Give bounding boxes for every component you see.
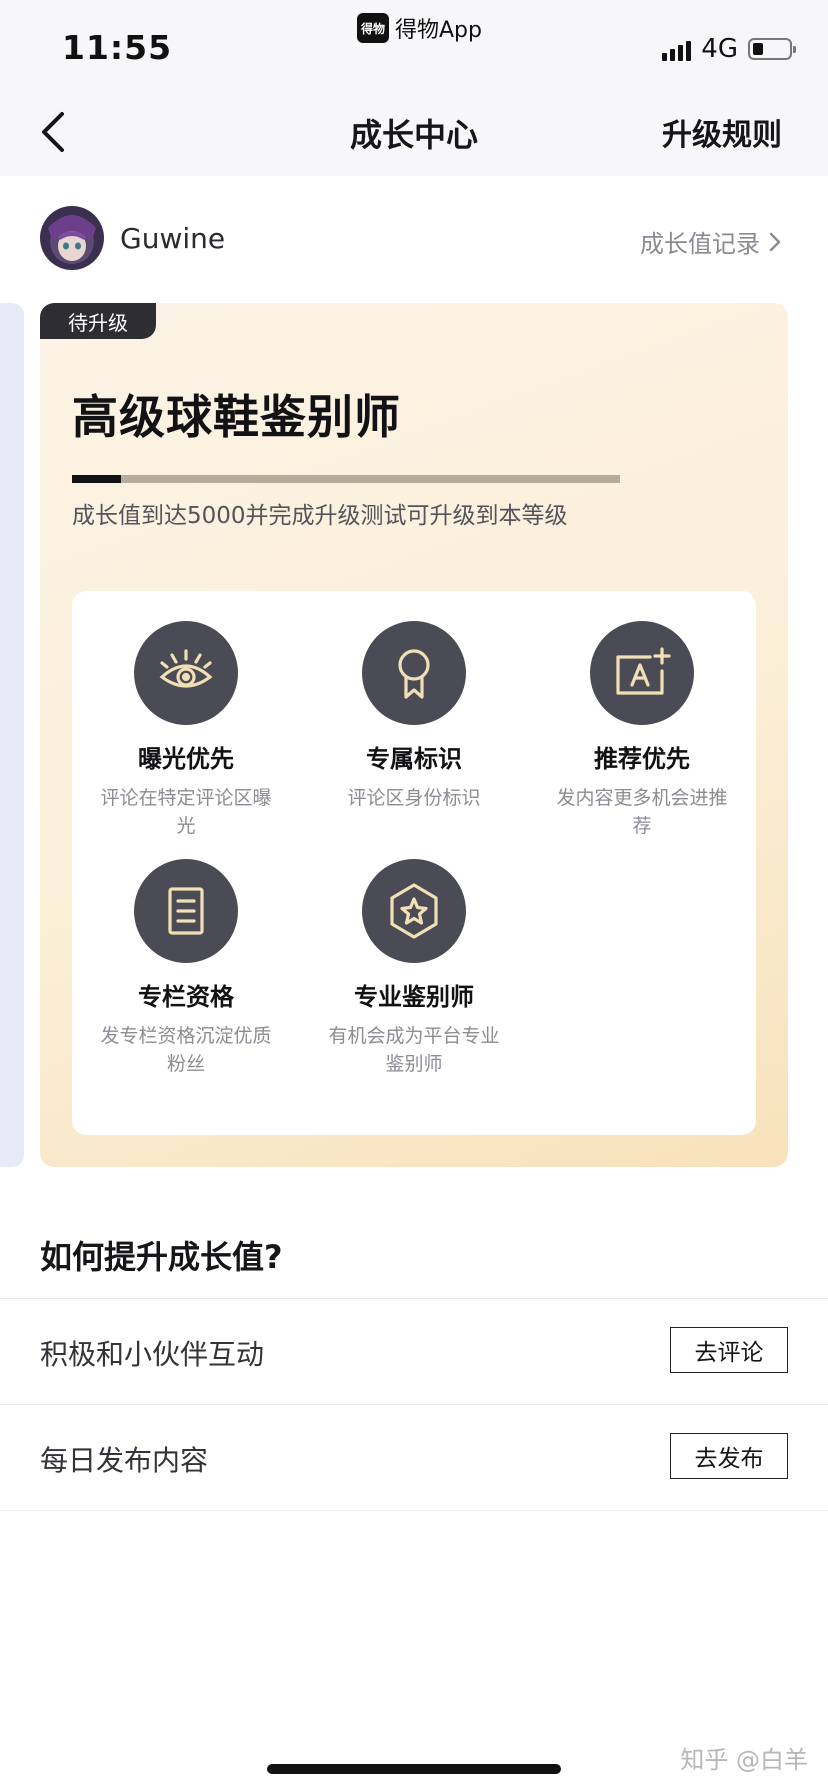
benefit-item: 专栏资格 发专栏资格沉淀优质粉丝 bbox=[72, 859, 300, 1078]
task-row: 积极和小伙伴互动 去评论 bbox=[0, 1299, 828, 1403]
benefit-title: 专业鉴别师 bbox=[354, 983, 474, 1011]
upgrade-rules-link[interactable]: 升级规则 bbox=[662, 110, 782, 154]
benefit-item: 推荐优先 发内容更多机会进推荐 bbox=[528, 621, 756, 840]
level-description: 成长值到达5000并完成升级测试可升级到本等级 bbox=[72, 503, 568, 529]
recommend-icon bbox=[590, 621, 694, 725]
benefits-panel: 曝光优先 评论在特定评论区曝光 专属标识 评论区身份标识 推荐优先 发内容更多机… bbox=[72, 591, 756, 1135]
status-indicators: 4G bbox=[662, 34, 796, 64]
go-publish-button[interactable]: 去发布 bbox=[670, 1433, 788, 1479]
benefit-item: 曝光优先 评论在特定评论区曝光 bbox=[72, 621, 300, 840]
divider bbox=[0, 1510, 828, 1511]
benefit-title: 曝光优先 bbox=[138, 745, 234, 773]
eye-icon bbox=[134, 621, 238, 725]
benefit-desc: 发专栏资格沉淀优质粉丝 bbox=[100, 1025, 272, 1075]
level-card[interactable]: 待升级 高级球鞋鉴别师 成长值到达5000并完成升级测试可升级到本等级 曝光优先 bbox=[40, 303, 788, 1167]
star-hexagon-icon bbox=[362, 859, 466, 963]
previous-level-card-peek[interactable] bbox=[0, 303, 24, 1167]
go-comment-button[interactable]: 去评论 bbox=[670, 1327, 788, 1373]
benefit-desc: 有机会成为平台专业鉴别师 bbox=[328, 1025, 500, 1075]
watermark: 知乎 @白羊 bbox=[680, 1746, 808, 1774]
ribbon-badge-icon bbox=[362, 621, 466, 725]
benefit-title: 推荐优先 bbox=[594, 745, 690, 773]
battery-icon bbox=[748, 38, 796, 60]
benefit-title: 专栏资格 bbox=[138, 983, 234, 1011]
section-title: 如何提升成长值? bbox=[40, 1238, 283, 1276]
level-title: 高级球鞋鉴别师 bbox=[72, 390, 401, 444]
app-name: 得物App bbox=[395, 18, 482, 43]
user-row: Guwine 成长值记录 bbox=[0, 176, 828, 298]
nav-bar: 成长中心 升级规则 bbox=[0, 88, 828, 176]
chevron-right-icon bbox=[769, 232, 781, 251]
app-logo-icon: 得物 bbox=[357, 13, 389, 43]
status-time: 11:55 bbox=[62, 28, 173, 67]
task-row: 每日发布内容 去发布 bbox=[0, 1405, 828, 1509]
signal-icon bbox=[662, 37, 692, 61]
username: Guwine bbox=[120, 222, 226, 255]
task-label: 积极和小伙伴互动 bbox=[40, 1338, 265, 1371]
avatar[interactable] bbox=[40, 206, 104, 270]
home-indicator[interactable] bbox=[267, 1764, 561, 1774]
level-progress-fill bbox=[72, 475, 122, 483]
task-label: 每日发布内容 bbox=[40, 1444, 209, 1477]
status-badge: 待升级 bbox=[40, 303, 156, 339]
network-label: 4G bbox=[701, 34, 738, 64]
level-progress-bar bbox=[72, 475, 620, 483]
benefit-desc: 评论区身份标识 bbox=[347, 787, 481, 809]
status-bar: 11:55 得物 得物App 4G bbox=[0, 0, 828, 88]
growth-record-label: 成长值记录 bbox=[640, 230, 760, 258]
column-document-icon bbox=[134, 859, 238, 963]
status-app-indicator: 得物 得物App bbox=[357, 12, 482, 44]
growth-record-link[interactable]: 成长值记录 bbox=[640, 224, 782, 259]
benefit-item: 专属标识 评论区身份标识 bbox=[300, 621, 528, 812]
benefit-item: 专业鉴别师 有机会成为平台专业鉴别师 bbox=[300, 859, 528, 1078]
benefit-desc: 发内容更多机会进推荐 bbox=[556, 787, 728, 837]
benefit-title: 专属标识 bbox=[366, 745, 462, 773]
benefit-desc: 评论在特定评论区曝光 bbox=[100, 787, 272, 837]
